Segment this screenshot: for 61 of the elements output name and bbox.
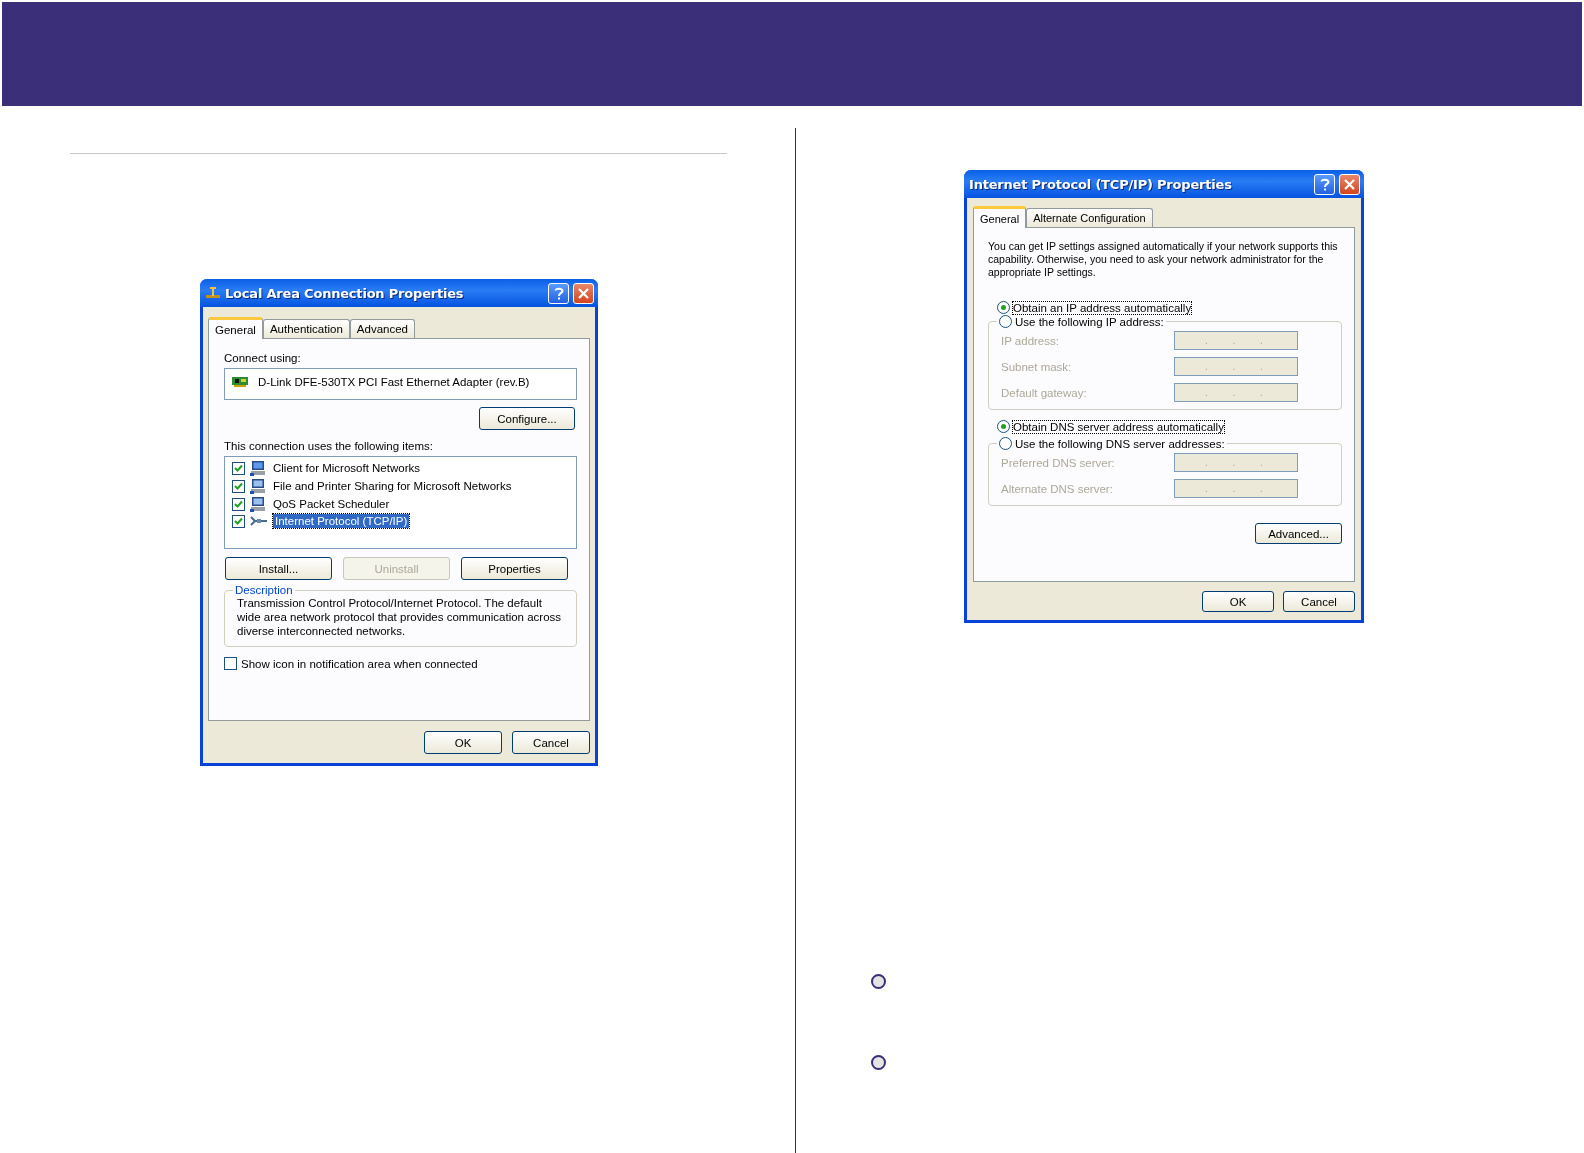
- close-icon: [1344, 178, 1355, 190]
- help-button[interactable]: [1314, 173, 1335, 195]
- tab[interactable]: Alternate Configuration: [1026, 208, 1153, 227]
- network-card-icon: [232, 376, 250, 388]
- list-action-button[interactable]: Properties: [461, 557, 568, 580]
- checkbox[interactable]: [232, 461, 245, 475]
- checkbox[interactable]: [232, 497, 245, 511]
- tab[interactable]: General: [973, 206, 1027, 228]
- list-item[interactable]: Client for Microsoft Networks: [271, 461, 422, 475]
- dialog-button[interactable]: Cancel: [512, 731, 590, 754]
- bullet-icon: [871, 1055, 886, 1070]
- computer-icon: [250, 478, 266, 494]
- radio-label[interactable]: Use the following DNS server addresses:: [1015, 437, 1225, 450]
- field-label: Alternate DNS server:: [1001, 482, 1113, 495]
- adapter-name: D-Link DFE-530TX PCI Fast Ethernet Adapter (rev.B): [258, 376, 530, 388]
- radio-label[interactable]: Use the following IP address:: [1015, 315, 1164, 328]
- tab[interactable]: Authentication: [262, 319, 350, 338]
- advanced-button[interactable]: Advanced...: [1255, 523, 1342, 544]
- list-item[interactable]: Internet Protocol (TCP/IP): [273, 514, 410, 528]
- list-item[interactable]: File and Printer Sharing for Microsoft Networks: [271, 479, 514, 493]
- field-label: IP address:: [1001, 334, 1059, 347]
- tab[interactable]: General: [208, 317, 263, 339]
- field-label: Default gateway:: [1001, 386, 1087, 399]
- configure-button[interactable]: Configure...: [479, 407, 575, 430]
- radio-label[interactable]: Obtain an IP address automatically: [1013, 301, 1192, 314]
- dialog-button[interactable]: OK: [424, 731, 502, 754]
- radio-button[interactable]: [997, 301, 1010, 314]
- bullet-icon: [871, 974, 886, 989]
- checkbox[interactable]: [232, 514, 245, 528]
- close-button[interactable]: [1339, 173, 1360, 195]
- help-button[interactable]: [548, 282, 569, 304]
- dialog-button[interactable]: OK: [1202, 591, 1274, 612]
- window-title: Local Area Connection Properties: [225, 285, 465, 301]
- network-icon: [205, 286, 221, 300]
- group-label: Description: [235, 584, 293, 596]
- radio-label[interactable]: Obtain DNS server address automatically: [1013, 420, 1224, 433]
- checkbox[interactable]: [224, 657, 237, 670]
- intro-text: You can get IP settings assigned automatically if your network supports this capability. Otherwise, you need to ask your network administrator for the appropriate IP settings.: [988, 240, 1339, 279]
- field-label: Subnet mask:: [1001, 360, 1072, 373]
- checkbox-label[interactable]: Show icon in notification area when connected: [241, 657, 478, 670]
- field-label: Connect using:: [224, 352, 302, 364]
- radio-button[interactable]: [999, 437, 1012, 450]
- field-label: This connection uses the following items:: [224, 440, 435, 452]
- list-item[interactable]: QoS Packet Scheduler: [271, 497, 392, 511]
- computer-icon: [250, 496, 266, 512]
- computer-icon: [250, 460, 266, 476]
- window-title: Internet Protocol (TCP/IP) Properties: [969, 176, 1233, 192]
- network-plug-icon: [250, 515, 268, 527]
- question-icon: [553, 286, 564, 300]
- radio-button[interactable]: [997, 420, 1010, 433]
- question-icon: [1319, 177, 1330, 191]
- checkbox[interactable]: [232, 479, 245, 493]
- description-text: Transmission Control Protocol/Internet Protocol. The default wide area network protocol that provides communication across diverse interconnected networks.: [237, 596, 563, 638]
- radio-button[interactable]: [999, 315, 1012, 328]
- items-list[interactable]: Client for Microsoft Networks File and Printer Sharing for Microsoft Networks QoS Packet Scheduler Internet Protocol (TCP/IP): [224, 456, 577, 549]
- field-label: Preferred DNS server:: [1001, 456, 1115, 469]
- close-button[interactable]: [573, 282, 594, 304]
- close-icon: [578, 287, 589, 299]
- tab[interactable]: Advanced: [349, 319, 415, 338]
- list-action-button[interactable]: Install...: [225, 557, 332, 580]
- dialog-button[interactable]: Cancel: [1283, 591, 1355, 612]
